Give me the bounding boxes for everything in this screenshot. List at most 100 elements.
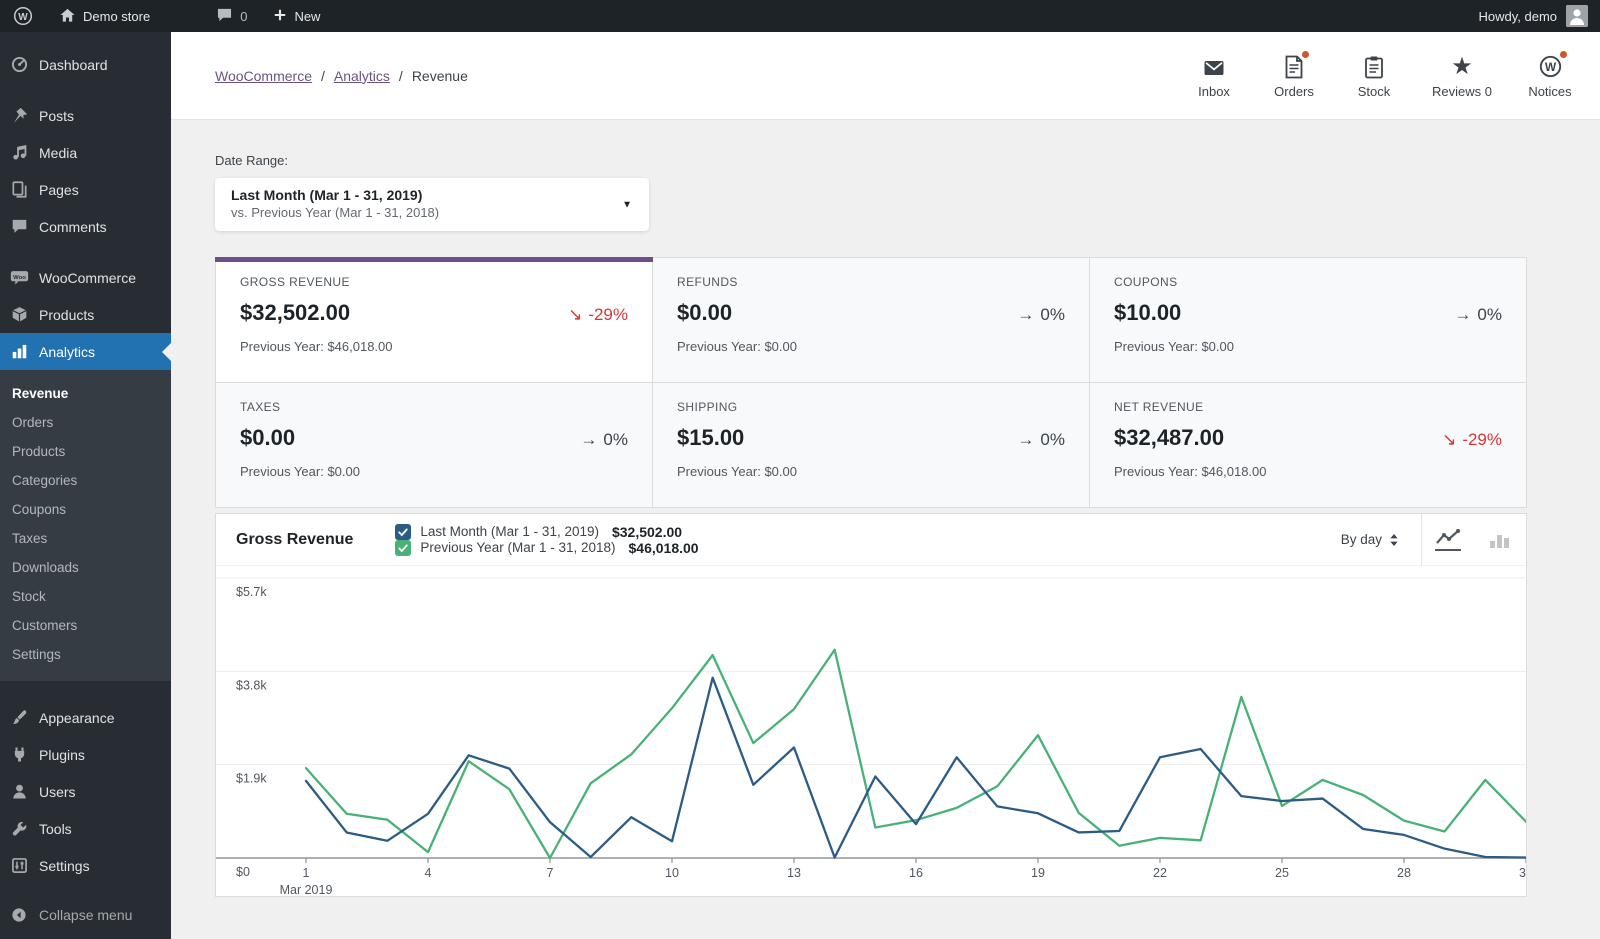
analytics-submenu: Revenue Orders Products Categories Coupons Ta… xyxy=(0,370,171,681)
submenu-item-products[interactable]: Products xyxy=(0,437,171,466)
activity-label: Notices xyxy=(1528,83,1572,99)
page-header: WooCommerce / Analytics / Revenue Inbox O… xyxy=(171,32,1600,120)
activity-panel-buttons: Inbox Orders Stock ★ Reviews 0 W Notices xyxy=(1192,49,1572,99)
submenu-item-stock[interactable]: Stock xyxy=(0,582,171,611)
activity-button-inbox[interactable]: Inbox xyxy=(1192,53,1236,99)
delta-percent: 0% xyxy=(1477,305,1502,324)
home-icon xyxy=(59,7,76,26)
summary-card-refunds[interactable]: REFUNDS $0.00 → 0% Previous Year: $0.00 xyxy=(653,258,1089,382)
sidebar-item-plugins[interactable]: Plugins xyxy=(0,736,171,773)
card-delta: → 0% xyxy=(1017,430,1065,450)
card-value-row: $10.00 → 0% xyxy=(1114,300,1502,326)
svg-text:28: 28 xyxy=(1397,866,1411,880)
sidebar-item-analytics[interactable]: Analytics xyxy=(0,333,171,370)
inbox-icon xyxy=(1201,53,1227,79)
analytics-icon xyxy=(9,343,29,360)
unread-badge-dot xyxy=(1558,49,1568,59)
submenu-item-taxes[interactable]: Taxes xyxy=(0,524,171,553)
new-content-button[interactable]: New xyxy=(260,0,333,32)
activity-button-stock[interactable]: Stock xyxy=(1352,53,1396,99)
breadcrumb-current-page: Revenue xyxy=(411,67,468,84)
card-previous-period: Previous Year: $0.00 xyxy=(677,339,797,354)
sidebar-item-comments[interactable]: Comments xyxy=(0,208,171,245)
bar-chart-toggle-button[interactable] xyxy=(1474,531,1526,549)
delta-percent: 0% xyxy=(1040,430,1065,449)
date-range-select[interactable]: Last Month (Mar 1 - 31, 2019) vs. Previo… xyxy=(215,178,649,231)
submenu-item-orders[interactable]: Orders xyxy=(0,408,171,437)
star-icon: ★ xyxy=(1451,52,1473,80)
summary-card-taxes[interactable]: TAXES $0.00 → 0% Previous Year: $0.00 xyxy=(216,383,652,507)
legend-item-previous-year[interactable]: Previous Year (Mar 1 - 31, 2018) $46,018.… xyxy=(395,539,699,556)
sidebar-item-label: Products xyxy=(39,306,95,323)
chart-plot-area[interactable]: $5.7k $3.8k $1.9k $0 1 4 7 10 13 16 19 22 25 28 31 Mar … xyxy=(216,566,1526,896)
legend-label: Previous Year (Mar 1 - 31, 2018) xyxy=(420,540,616,555)
line-chart-toggle-button[interactable] xyxy=(1422,528,1474,551)
stock-icon xyxy=(1363,53,1385,79)
content-area: WooCommerce / Analytics / Revenue Inbox O… xyxy=(171,32,1600,939)
sidebar-item-pages[interactable]: Pages xyxy=(0,171,171,208)
series-line-last-month[interactable] xyxy=(304,676,1526,859)
card-previous-period: Previous Year: $46,018.00 xyxy=(240,339,393,354)
submenu-item-settings[interactable]: Settings xyxy=(0,640,171,669)
sidebar-item-tools[interactable]: Tools xyxy=(0,810,171,847)
dashboard-icon xyxy=(9,56,29,73)
sidebar-item-dashboard[interactable]: Dashboard xyxy=(0,46,171,83)
card-value: $32,487.00 xyxy=(1114,425,1225,450)
summary-card-gross-revenue[interactable]: GROSS REVENUE $32,502.00 ↘ -29% Previous Yea… xyxy=(215,257,653,382)
series-line-previous-year[interactable] xyxy=(304,648,1526,860)
sidebar-item-woocommerce[interactable]: Woo WooCommerce xyxy=(0,259,171,296)
collapse-menu-button[interactable]: Collapse menu xyxy=(0,896,171,933)
collapse-icon xyxy=(9,907,29,923)
sidebar-item-users[interactable]: Users xyxy=(0,773,171,810)
site-name-link[interactable]: Demo store xyxy=(46,0,163,32)
card-value-row: $0.00 → 0% xyxy=(677,300,1065,326)
menu-group-gap xyxy=(0,245,171,259)
summary-card-net-revenue[interactable]: NET REVENUE $32,487.00 ↘ -29% Previous Year:… xyxy=(1090,383,1526,507)
sidebar-item-posts[interactable]: Posts xyxy=(0,97,171,134)
revenue-line-chart[interactable]: $5.7k $3.8k $1.9k $0 1 4 7 10 13 16 19 22 25 28 31 Mar … xyxy=(216,566,1526,896)
summary-card-shipping[interactable]: SHIPPING $15.00 → 0% Previous Year: $0.00 xyxy=(653,383,1089,507)
svg-text:25: 25 xyxy=(1275,866,1289,880)
submenu-item-customers[interactable]: Customers xyxy=(0,611,171,640)
comments-pending-button[interactable]: 0 xyxy=(203,0,260,32)
activity-button-orders[interactable]: Orders xyxy=(1272,49,1316,99)
submenu-item-categories[interactable]: Categories xyxy=(0,466,171,495)
admin-sidebar: Dashboard Posts Media Pages Comments Woo WooCo… xyxy=(0,32,171,939)
activity-button-notices[interactable]: W Notices xyxy=(1528,49,1572,99)
submenu-item-revenue[interactable]: Revenue xyxy=(0,379,171,408)
collapse-label: Collapse menu xyxy=(39,906,133,923)
card-label: REFUNDS xyxy=(677,275,738,289)
legend-item-last-month[interactable]: Last Month (Mar 1 - 31, 2019) $32,502.00 xyxy=(395,523,698,540)
summary-card-coupons[interactable]: COUPONS $10.00 → 0% Previous Year: $0.00 xyxy=(1090,258,1526,382)
breadcrumb-analytics-link[interactable]: Analytics xyxy=(334,68,390,84)
card-value: $0.00 xyxy=(677,300,733,325)
tools-icon xyxy=(9,820,29,837)
svg-text:$3.8k: $3.8k xyxy=(236,678,267,692)
avatar xyxy=(1566,5,1588,27)
activity-button-reviews-0[interactable]: ★ Reviews 0 xyxy=(1432,53,1492,99)
sidebar-item-settings[interactable]: Settings xyxy=(0,847,171,884)
card-previous-period: Previous Year: $0.00 xyxy=(240,464,360,479)
wordpress-logo-icon[interactable]: W xyxy=(0,0,46,32)
card-value-row: $32,487.00 ↘ -29% xyxy=(1114,425,1502,451)
card-value: $15.00 xyxy=(677,425,745,450)
card-label: TAXES xyxy=(240,400,281,414)
activity-label: Stock xyxy=(1357,83,1391,99)
bar-chart-icon xyxy=(1490,534,1509,548)
chart-legend: Last Month (Mar 1 - 31, 2019) $32,502.00 P… xyxy=(353,523,699,556)
account-menu[interactable]: Howdy, demo xyxy=(1478,5,1600,27)
trend-flat-icon: → xyxy=(1017,305,1035,324)
revenue-chart-panel: Gross Revenue Last Month (Mar 1 - 31, 20… xyxy=(215,513,1527,897)
interval-select[interactable]: By day xyxy=(1341,532,1421,547)
svg-text:19: 19 xyxy=(1031,866,1045,880)
submenu-item-downloads[interactable]: Downloads xyxy=(0,553,171,582)
line-chart-icon xyxy=(1436,529,1460,544)
breadcrumb-woocommerce-link[interactable]: WooCommerce xyxy=(215,68,312,84)
active-toggle-underline xyxy=(1435,549,1461,551)
checkbox-checked-icon[interactable] xyxy=(395,523,412,540)
sidebar-item-products[interactable]: Products xyxy=(0,296,171,333)
sidebar-item-appearance[interactable]: Appearance xyxy=(0,699,171,736)
checkbox-checked-icon[interactable] xyxy=(395,539,412,556)
submenu-item-coupons[interactable]: Coupons xyxy=(0,495,171,524)
sidebar-item-media[interactable]: Media xyxy=(0,134,171,171)
